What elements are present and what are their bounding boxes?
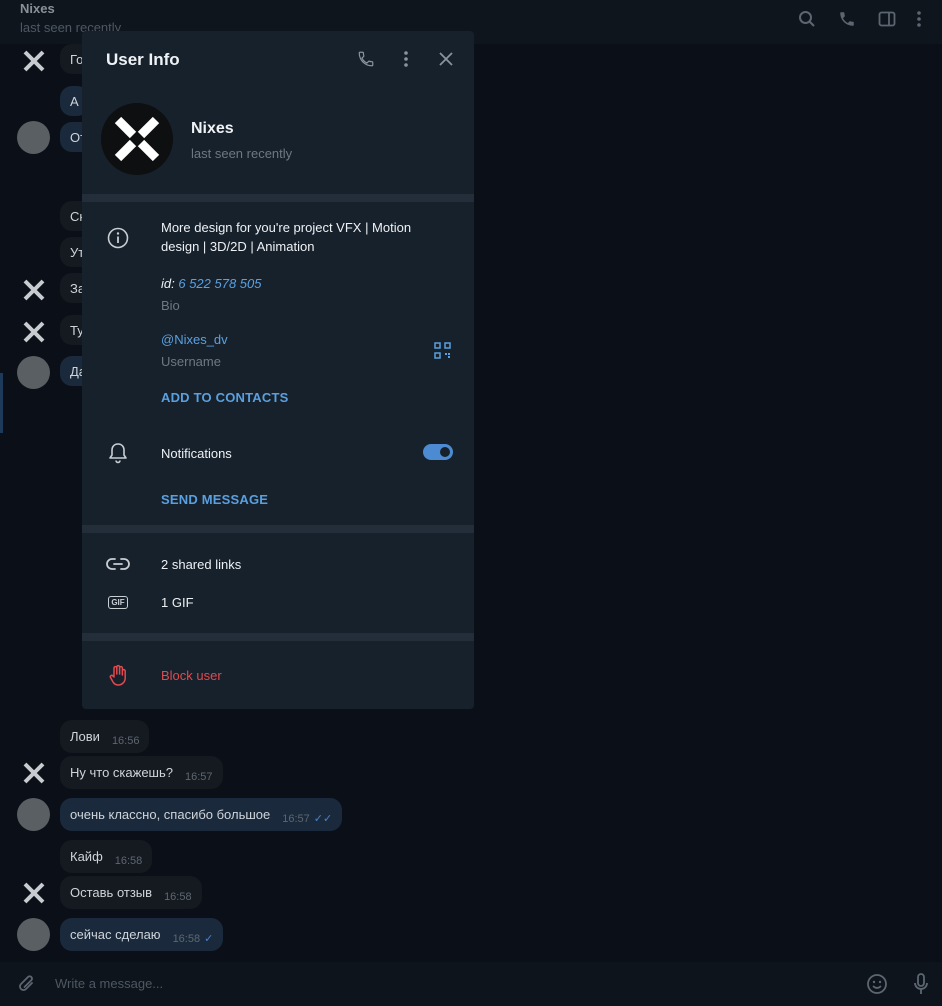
info-icon (106, 226, 130, 250)
message-time: 16:58 (172, 932, 201, 945)
more-vertical-icon[interactable] (908, 8, 930, 30)
message-text: сейчас сделаю (70, 927, 161, 942)
panel-title: User Info (106, 50, 180, 69)
search-icon[interactable] (796, 8, 818, 30)
section-divider (82, 633, 474, 641)
phone-icon[interactable] (355, 48, 377, 70)
message-time: 16:58 (114, 854, 143, 867)
user-avatar[interactable] (17, 356, 50, 389)
notifications-label: Notifications (161, 446, 232, 461)
block-user-button[interactable]: Block user (161, 668, 222, 683)
message-text: Лови (70, 729, 100, 744)
send-message-button[interactable]: SEND MESSAGE (161, 492, 268, 507)
more-vertical-icon[interactable] (395, 48, 417, 70)
user-id[interactable]: id: 6 522 578 505 (161, 276, 262, 291)
message-text: Кайф (70, 849, 103, 864)
message-text: Ну что скажешь? (70, 765, 173, 780)
contact-avatar[interactable] (17, 315, 50, 348)
username-link[interactable]: @Nixes_dv (161, 332, 228, 347)
message-bubble[interactable]: очень классно, спасибо большое 16:57 ✓✓ (60, 798, 343, 831)
phone-icon[interactable] (836, 8, 858, 30)
contact-avatar[interactable] (17, 756, 50, 789)
bio-label: Bio (161, 298, 180, 313)
message-bubble[interactable]: Кайф 16:58 (60, 840, 153, 873)
user-info-panel: User Info Nixes last seen recently More … (82, 31, 474, 709)
id-value[interactable]: 6 522 578 505 (178, 276, 261, 291)
message-input[interactable]: Write a message... (55, 976, 163, 991)
add-to-contacts-button[interactable]: ADD TO CONTACTS (161, 390, 288, 405)
id-label: id: (161, 276, 175, 291)
sidebar-toggle-icon[interactable] (876, 8, 898, 30)
bio-text: More design for you're project VFX | Mot… (161, 220, 412, 254)
chat-title[interactable]: Nixes (20, 1, 55, 16)
message-bubble[interactable]: Ну что скажешь? 16:57 (60, 756, 223, 789)
user-avatar[interactable] (17, 121, 50, 154)
notifications-toggle[interactable] (423, 444, 453, 460)
message-bubble[interactable]: Лови 16:56 (60, 720, 150, 753)
gifs-item[interactable]: 1 GIF (161, 595, 194, 610)
profile-name: Nixes (191, 120, 234, 137)
message-time: 16:57 (282, 812, 310, 825)
message-text: А (70, 93, 79, 109)
section-divider (82, 194, 474, 202)
message-text: очень классно, спасибо большое (70, 807, 271, 822)
contact-avatar[interactable] (17, 876, 50, 909)
sent-check-icon: ✓ (204, 933, 214, 945)
message-bubble[interactable]: Оставь отзыв 16:58 (60, 876, 202, 909)
message-composer: Write a message... (0, 962, 942, 1006)
block-hand-icon (106, 663, 130, 687)
microphone-icon[interactable] (910, 973, 932, 995)
shared-links-item[interactable]: 2 shared links (161, 557, 241, 572)
contact-avatar[interactable] (17, 273, 50, 306)
emoji-icon[interactable] (866, 973, 888, 995)
user-avatar[interactable] (17, 798, 50, 831)
contact-avatar[interactable] (17, 44, 50, 77)
profile-avatar[interactable] (101, 103, 173, 175)
toggle-knob (438, 445, 452, 459)
profile-status: last seen recently (191, 146, 293, 161)
user-avatar[interactable] (17, 918, 50, 951)
section-divider (82, 525, 474, 533)
read-checks-icon: ✓✓ (313, 813, 333, 825)
gif-icon-label: GIF (108, 595, 128, 609)
message-text: Оставь отзыв (70, 885, 153, 900)
scroll-indicator (0, 373, 3, 433)
close-icon[interactable] (435, 48, 457, 70)
qr-code-icon[interactable] (432, 340, 452, 360)
message-bubble[interactable]: сейчас сделаю 16:58 ✓ (60, 918, 224, 951)
message-time: 16:58 (164, 890, 192, 903)
attach-icon[interactable] (16, 973, 38, 995)
gif-icon: GIF (106, 590, 130, 614)
bell-icon (106, 441, 130, 465)
username-label: Username (161, 354, 221, 369)
message-time: 16:57 (184, 770, 213, 783)
message-time: 16:56 (111, 734, 140, 747)
link-icon (106, 552, 130, 576)
